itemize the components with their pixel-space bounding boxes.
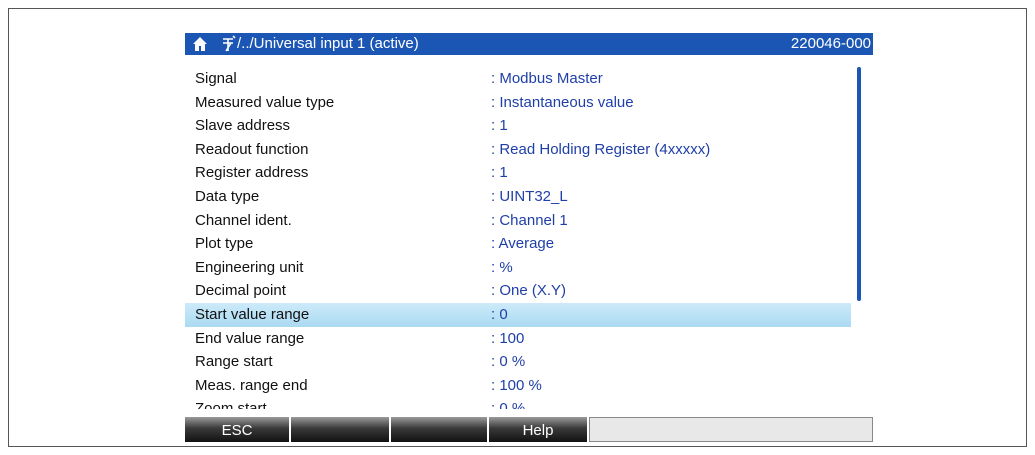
item-value: : Read Holding Register (4xxxxx) bbox=[491, 140, 711, 158]
item-label: Readout function bbox=[195, 140, 309, 158]
item-label: Signal bbox=[195, 70, 237, 87]
softkey-bar: ESC Help bbox=[185, 417, 873, 442]
list-item[interactable]: Readout function : Read Holding Register … bbox=[185, 138, 855, 162]
item-value: : Modbus Master bbox=[491, 70, 603, 87]
softkey-2-button[interactable] bbox=[291, 417, 391, 442]
list-item[interactable]: Plot type : Average bbox=[185, 232, 855, 256]
item-label: End value range bbox=[195, 329, 305, 347]
item-value: : % bbox=[491, 258, 513, 276]
parameter-list: Signal : Modbus Master Measured value typ… bbox=[185, 67, 855, 409]
item-label: Zoom start bbox=[195, 400, 267, 409]
item-value: : Average bbox=[491, 235, 555, 253]
item-label: Measured value type bbox=[195, 93, 335, 111]
device-code: 220046-000 bbox=[790, 35, 871, 52]
item-label: Range start bbox=[195, 353, 273, 371]
softkey-5-button[interactable] bbox=[589, 417, 873, 442]
list-item[interactable]: End value range : 100 bbox=[185, 327, 855, 351]
item-label: Plot type bbox=[195, 235, 254, 253]
item-value: : 100 bbox=[491, 329, 525, 347]
item-value: : 0 % bbox=[491, 400, 526, 409]
scrollbar-thumb[interactable] bbox=[857, 67, 861, 301]
item-label: Decimal point bbox=[195, 282, 286, 300]
device-display: /../Universal input 1 (active) 220046-00… bbox=[185, 33, 873, 443]
item-value: : One (X.Y) bbox=[491, 282, 567, 300]
item-value: : UINT32_L bbox=[491, 187, 568, 205]
list-item[interactable]: Meas. range end : 100 % bbox=[185, 374, 855, 398]
item-value: : 100 % bbox=[491, 376, 542, 394]
esc-button[interactable]: ESC bbox=[185, 417, 291, 442]
list-item[interactable]: Signal : Modbus Master bbox=[185, 67, 855, 91]
item-label: Slave address bbox=[195, 117, 291, 135]
list-item[interactable]: Data type : UINT32_L bbox=[185, 185, 855, 209]
list-item[interactable]: Zoom start : 0 % bbox=[185, 397, 855, 409]
help-button[interactable]: Help bbox=[489, 417, 589, 442]
item-label: Register address bbox=[195, 164, 309, 182]
item-value: : 0 % bbox=[491, 353, 526, 371]
list-item[interactable]: Channel ident. : Channel 1 bbox=[185, 209, 855, 233]
scrollbar[interactable] bbox=[857, 67, 863, 409]
home-icon[interactable] bbox=[191, 35, 209, 53]
softkey-3-button[interactable] bbox=[391, 417, 489, 442]
item-label: Start value range bbox=[195, 305, 310, 323]
list-item-selected[interactable]: Start value range : 0 bbox=[185, 302, 851, 327]
item-value: : 0 bbox=[491, 305, 508, 323]
item-label: Meas. range end bbox=[195, 376, 308, 394]
item-label: Data type bbox=[195, 187, 260, 205]
list-item[interactable]: Range start : 0 % bbox=[185, 350, 855, 374]
screenshot-frame: /../Universal input 1 (active) 220046-00… bbox=[8, 8, 1027, 447]
item-value: : 1 bbox=[491, 164, 508, 182]
list-item[interactable]: Decimal point : One (X.Y) bbox=[185, 279, 855, 303]
breadcrumb: /../Universal input 1 (active) bbox=[237, 35, 419, 52]
item-value: : 1 bbox=[491, 117, 508, 135]
item-value: : Channel 1 bbox=[491, 211, 568, 229]
navigation-path-icon bbox=[223, 35, 236, 52]
item-value: : Instantaneous value bbox=[491, 93, 634, 111]
list-item[interactable]: Slave address : 1 bbox=[185, 114, 855, 138]
list-item[interactable]: Register address : 1 bbox=[185, 161, 855, 185]
item-label: Engineering unit bbox=[195, 258, 304, 276]
title-bar: /../Universal input 1 (active) 220046-00… bbox=[185, 33, 873, 55]
list-item[interactable]: Measured value type : Instantaneous value bbox=[185, 91, 855, 115]
item-label: Channel ident. bbox=[195, 211, 292, 229]
list-item[interactable]: Engineering unit : % bbox=[185, 256, 855, 280]
